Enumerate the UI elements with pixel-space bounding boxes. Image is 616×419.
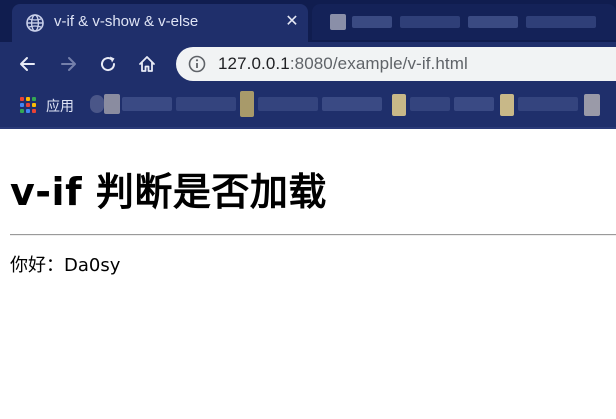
blurred-bookmark[interactable]	[392, 94, 406, 116]
reload-icon[interactable]	[94, 50, 122, 78]
blurred-content	[526, 16, 596, 28]
horizontal-rule	[10, 234, 616, 236]
tab-inactive[interactable]	[312, 4, 616, 40]
forward-arrow-icon[interactable]	[54, 50, 82, 78]
globe-icon	[26, 14, 44, 32]
blurred-content	[352, 16, 392, 28]
url-path: :8080/example/v-if.html	[289, 54, 468, 73]
blurred-bookmark[interactable]	[90, 95, 104, 113]
blurred-bookmark[interactable]	[584, 94, 600, 116]
blurred-bookmark[interactable]	[518, 97, 578, 111]
blurred-bookmark[interactable]	[104, 94, 120, 114]
page-content: v-if 判断是否加载 你好：Da0sy	[0, 129, 616, 419]
apps-grid-icon[interactable]	[20, 97, 36, 113]
blurred-bookmark[interactable]	[258, 97, 318, 111]
url-text: 127.0.0.1:8080/example/v-if.html	[218, 54, 468, 74]
info-icon[interactable]	[188, 55, 206, 73]
blurred-bookmark[interactable]	[176, 97, 236, 111]
url-host: 127.0.0.1	[218, 54, 290, 73]
blurred-bookmark[interactable]	[240, 91, 254, 117]
blurred-content	[330, 14, 346, 30]
browser-chrome: v-if & v-show & v-else ✕ 127.0.0.1:8080/…	[0, 0, 616, 129]
blurred-content	[468, 16, 518, 28]
apps-bookmark[interactable]: 应用	[46, 96, 74, 116]
blurred-bookmark[interactable]	[322, 97, 382, 111]
page-title: v-if 判断是否加载	[10, 170, 327, 214]
bookmarks-bar: 应用	[0, 88, 616, 124]
tab-title: v-if & v-show & v-else	[54, 13, 199, 30]
blurred-bookmark[interactable]	[454, 97, 494, 111]
tab-strip: v-if & v-show & v-else ✕	[0, 0, 616, 42]
blurred-bookmark[interactable]	[410, 97, 450, 111]
tab-active[interactable]: v-if & v-show & v-else ✕	[12, 4, 308, 42]
blurred-content	[400, 16, 460, 28]
greeting-text: 你好：Da0sy	[10, 255, 121, 276]
tab-close-icon[interactable]: ✕	[282, 12, 302, 32]
blurred-bookmark[interactable]	[122, 97, 172, 111]
toolbar: 127.0.0.1:8080/example/v-if.html	[0, 42, 616, 88]
home-icon[interactable]	[133, 50, 161, 78]
blurred-bookmark[interactable]	[500, 94, 514, 116]
back-arrow-icon[interactable]	[14, 50, 42, 78]
address-bar[interactable]: 127.0.0.1:8080/example/v-if.html	[176, 47, 616, 81]
